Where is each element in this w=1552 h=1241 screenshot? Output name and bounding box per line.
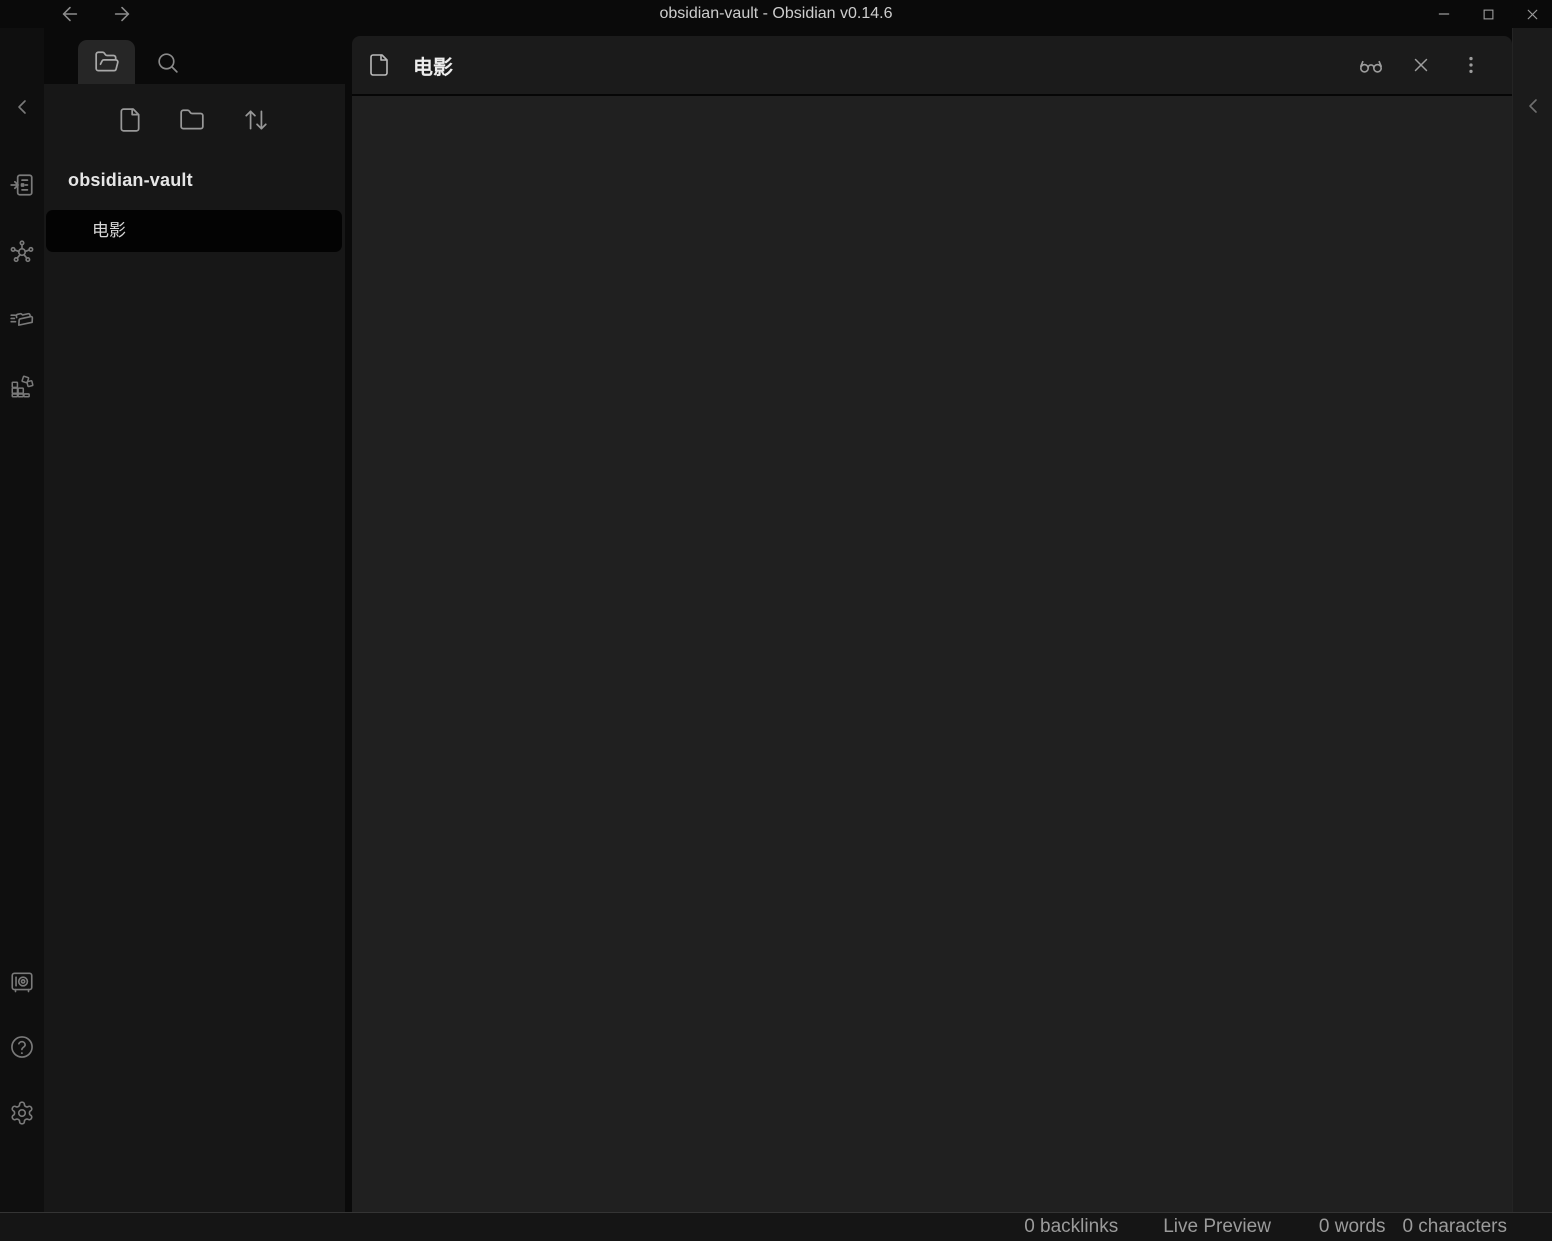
sort-order-icon — [243, 107, 269, 133]
vault-switcher-icon — [9, 969, 35, 995]
left-sidebar-tabstrip — [44, 28, 345, 84]
vault-switcher-button[interactable] — [9, 969, 35, 995]
more-options-icon — [1460, 54, 1482, 76]
blocks-grid-button[interactable] — [9, 374, 35, 400]
settings-icon — [9, 1100, 35, 1126]
explorer-actions — [44, 106, 345, 136]
more-options-button[interactable] — [1459, 53, 1483, 77]
status-char-count: 0 characters — [1402, 1216, 1507, 1238]
sort-order-button[interactable] — [242, 106, 270, 134]
help-icon — [9, 1034, 35, 1060]
quick-switcher-icon — [9, 172, 35, 198]
titlebar: obsidian-vault - Obsidian v0.14.6 — [0, 0, 1552, 28]
close-tab-icon — [1410, 54, 1432, 76]
window-title: obsidian-vault - Obsidian v0.14.6 — [0, 0, 1552, 28]
collapse-left-sidebar-button[interactable] — [9, 94, 35, 120]
status-bar: 0 backlinks Live Preview 0 words 0 chara… — [0, 1212, 1552, 1241]
folder-motion-icon — [9, 306, 35, 332]
obsidian-window: obsidian-vault - Obsidian v0.14.6 — [0, 0, 1552, 1241]
close-tab-button[interactable] — [1409, 53, 1433, 77]
collapse-left-sidebar-icon — [10, 95, 34, 119]
close-window-button[interactable] — [1517, 2, 1547, 26]
view-header: 电影 — [352, 36, 1512, 96]
folder-tab-icon — [94, 49, 120, 75]
tab-file-explorer[interactable] — [78, 40, 135, 84]
file-explorer-panel: obsidian-vault 电影 — [44, 84, 345, 1212]
status-word-count: 0 words — [1319, 1216, 1386, 1238]
status-backlinks[interactable]: 0 backlinks — [1024, 1216, 1118, 1238]
right-sidebar-collapsed — [1512, 28, 1552, 1212]
new-note-button[interactable] — [116, 106, 144, 134]
maximize-button[interactable] — [1473, 2, 1503, 26]
minimize-button[interactable] — [1429, 2, 1459, 26]
vault-name[interactable]: obsidian-vault — [68, 170, 193, 191]
search-icon — [155, 50, 180, 75]
reading-mode-icon — [1358, 52, 1384, 78]
blocks-grid-icon — [9, 374, 35, 400]
graph-view-icon — [9, 239, 35, 265]
graph-view-button[interactable] — [9, 239, 35, 265]
settings-button[interactable] — [9, 1100, 35, 1126]
maximize-icon — [1481, 7, 1496, 22]
collapse-right-sidebar-icon — [1521, 94, 1545, 118]
tab-search[interactable] — [139, 40, 196, 84]
file-item-selected[interactable]: 电影 — [46, 210, 342, 252]
folder-motion-button[interactable] — [9, 306, 35, 332]
new-folder-button[interactable] — [178, 106, 206, 134]
close-icon — [1524, 6, 1541, 23]
editor-content[interactable] — [352, 96, 1512, 1212]
status-edit-mode[interactable]: Live Preview — [1163, 1216, 1271, 1238]
quick-switcher-button[interactable] — [9, 172, 35, 198]
help-button[interactable] — [9, 1034, 35, 1060]
new-folder-icon — [179, 107, 205, 133]
new-note-icon — [117, 107, 143, 133]
note-icon — [366, 52, 392, 78]
main-pane: 电影 — [352, 36, 1512, 1212]
expand-right-sidebar-button[interactable] — [1521, 94, 1545, 118]
left-ribbon — [0, 28, 44, 1212]
reading-mode-button[interactable] — [1359, 53, 1383, 77]
view-actions — [1359, 53, 1483, 77]
view-title: 电影 — [413, 51, 453, 80]
minimize-icon — [1436, 6, 1452, 22]
